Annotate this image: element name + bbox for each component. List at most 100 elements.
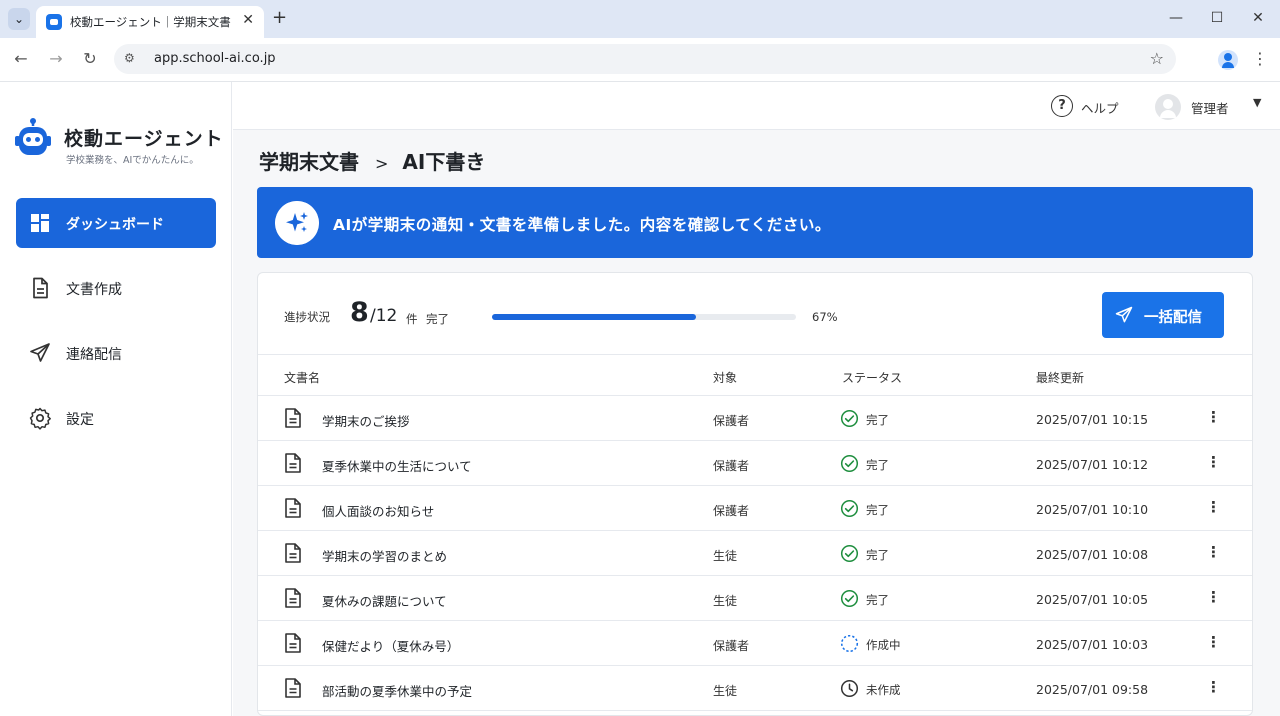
- column-header-updated[interactable]: 最終更新: [1036, 369, 1084, 386]
- last-updated: 2025/07/01 10:10: [1036, 502, 1149, 517]
- table-row[interactable]: 夏休みの課題について 生徒 完了 2025/07/01 10:05 ⋮: [258, 576, 1252, 621]
- help-icon[interactable]: ?: [1051, 95, 1073, 117]
- document-target: 生徒: [713, 594, 738, 608]
- last-updated: 2025/07/01 10:15: [1036, 412, 1149, 427]
- document-name[interactable]: 個人面談のお知らせ: [322, 501, 434, 520]
- document-icon: [285, 543, 301, 563]
- more-options-icon[interactable]: ⋮: [1206, 678, 1221, 696]
- document-name[interactable]: 部活動の夏季休業中の予定: [322, 681, 472, 700]
- last-updated: 2025/07/01 10:05: [1036, 592, 1149, 607]
- document-name[interactable]: 夏季休業中の生活について: [322, 456, 472, 475]
- page-title: AI下書き: [402, 150, 486, 174]
- table-row[interactable]: 部活動の夏季休業中の予定 生徒 未作成 2025/07/01 09:58 ⋮: [258, 666, 1252, 711]
- status-badge: 作成中: [866, 638, 901, 652]
- main-content: ? ヘルプ 管理者 ▼ 学期末文書 > AI下書き AIが学期末の通知・文書を準備し…: [233, 82, 1280, 716]
- help-link[interactable]: ヘルプ: [1081, 98, 1119, 117]
- more-options-icon[interactable]: ⋮: [1206, 498, 1221, 516]
- reload-icon[interactable]: ↻: [79, 48, 101, 70]
- bulk-send-label: 一括配信: [1144, 310, 1202, 326]
- sparkle-icon: [275, 201, 319, 245]
- sidebar-item-settings[interactable]: 設定: [16, 393, 216, 443]
- last-updated: 2025/07/01 10:08: [1036, 547, 1149, 562]
- app-header: ? ヘルプ 管理者 ▼: [233, 82, 1280, 130]
- document-name[interactable]: 夏休みの課題について: [322, 591, 447, 610]
- progress-bar: [492, 314, 796, 320]
- progress-done-count: 8: [350, 297, 369, 328]
- gear-icon: [29, 407, 51, 430]
- browser-tabbar: ⌄ 校動エージェント｜学期末文書 > AI下書き ✕ + — ☐ ✕: [0, 0, 1280, 38]
- document-target: 生徒: [713, 684, 738, 698]
- progress-percent: 67%: [812, 310, 838, 324]
- column-header-status[interactable]: ステータス: [842, 369, 902, 386]
- breadcrumb-parent[interactable]: 学期末文書: [259, 150, 359, 174]
- status-badge: 未作成: [866, 683, 901, 697]
- more-options-icon[interactable]: ⋮: [1206, 588, 1221, 606]
- sidebar-item-dashboard[interactable]: ダッシュボード: [16, 198, 216, 248]
- back-icon[interactable]: ←: [10, 48, 32, 70]
- document-target: 生徒: [713, 549, 738, 563]
- bookmark-star-icon[interactable]: ☆: [1150, 49, 1164, 68]
- clock-icon: [840, 679, 859, 698]
- sidebar-item-messaging[interactable]: 連絡配信: [16, 328, 216, 378]
- table-row[interactable]: 個人面談のお知らせ 保護者 完了 2025/07/01 10:10 ⋮: [258, 486, 1252, 531]
- sidebar: 校動エージェント 学校業務を、AIでかんたんに。 ダッシュボード 文書作成 連絡…: [0, 82, 232, 716]
- column-header-target[interactable]: 対象: [713, 369, 737, 386]
- minimize-icon[interactable]: —: [1166, 8, 1186, 28]
- status-badge: 完了: [866, 413, 889, 427]
- more-options-icon[interactable]: ⋮: [1206, 453, 1221, 471]
- sidebar-item-label: 連絡配信: [66, 347, 122, 363]
- more-options-icon[interactable]: ⋮: [1206, 543, 1221, 561]
- sidebar-item-label: ダッシュボード: [66, 217, 164, 233]
- check-circle-icon: [840, 544, 859, 563]
- brand-tagline: 学校業務を、AIでかんたんに。: [66, 155, 199, 166]
- table-row[interactable]: 夏季休業中の生活について 保護者 完了 2025/07/01 10:12 ⋮: [258, 441, 1252, 486]
- document-name[interactable]: 保健だより（夏休み号）: [322, 636, 459, 655]
- dashboard-icon: [31, 214, 49, 232]
- column-header-name[interactable]: 文書名: [284, 369, 320, 386]
- document-icon: [33, 277, 48, 299]
- more-options-icon[interactable]: ⋮: [1206, 633, 1221, 651]
- tab-search-chevron-icon[interactable]: ⌄: [8, 8, 30, 30]
- progress-unit: 件: [406, 312, 418, 326]
- sidebar-item-label: 設定: [66, 412, 94, 428]
- sidebar-item-documents[interactable]: 文書作成: [16, 263, 216, 313]
- site-settings-icon[interactable]: ⚙: [124, 51, 135, 65]
- document-target: 保護者: [713, 459, 750, 473]
- brand-name: 校動エージェント: [64, 128, 224, 150]
- check-circle-icon: [840, 589, 859, 608]
- more-options-icon[interactable]: ⋮: [1206, 408, 1221, 426]
- browser-menu-icon[interactable]: ⋮: [1252, 49, 1268, 68]
- breadcrumb-separator: >: [375, 154, 389, 173]
- forward-icon[interactable]: →: [45, 48, 67, 70]
- address-bar[interactable]: ⚙ app.school-ai.co.jp ☆: [114, 44, 1176, 74]
- maximize-icon[interactable]: ☐: [1207, 8, 1227, 28]
- document-icon: [285, 588, 301, 608]
- document-name[interactable]: 学期末の学習のまとめ: [322, 546, 447, 565]
- browser-tab[interactable]: 校動エージェント｜学期末文書 > AI下書き ✕: [36, 6, 264, 38]
- new-tab-icon[interactable]: +: [272, 7, 287, 28]
- table-row[interactable]: 学期末のご挨拶 保護者 完了 2025/07/01 10:15 ⋮: [258, 396, 1252, 441]
- avatar[interactable]: [1155, 94, 1181, 120]
- table-row[interactable]: 学期末の学習のまとめ 生徒 完了 2025/07/01 10:08 ⋮: [258, 531, 1252, 576]
- document-icon: [285, 678, 301, 698]
- status-badge: 完了: [866, 548, 889, 562]
- document-name[interactable]: 学期末のご挨拶: [322, 411, 410, 430]
- breadcrumb: 学期末文書 > AI下書き: [259, 146, 485, 175]
- progress-total-count: /12: [370, 306, 398, 326]
- user-menu-label[interactable]: 管理者: [1191, 98, 1229, 117]
- send-icon: [1115, 306, 1133, 323]
- document-icon: [285, 498, 301, 518]
- caret-down-icon[interactable]: ▼: [1253, 96, 1261, 109]
- tab-close-icon[interactable]: ✕: [242, 12, 254, 28]
- profile-icon[interactable]: [1218, 50, 1238, 70]
- window-close-icon[interactable]: ✕: [1248, 8, 1268, 28]
- progress-status: 完了: [426, 312, 449, 326]
- check-circle-icon: [840, 454, 859, 473]
- bulk-send-button[interactable]: 一括配信: [1102, 292, 1224, 338]
- check-circle-icon: [840, 499, 859, 518]
- document-icon: [285, 633, 301, 653]
- table-row[interactable]: 保健だより（夏休み号） 保護者 作成中 2025/07/01 10:03 ⋮: [258, 621, 1252, 666]
- progress-bar-fill: [492, 314, 696, 320]
- url-text: app.school-ai.co.jp: [154, 51, 276, 66]
- browser-toolbar: ← → ↻ ⚙ app.school-ai.co.jp ☆ ⋮: [0, 38, 1280, 82]
